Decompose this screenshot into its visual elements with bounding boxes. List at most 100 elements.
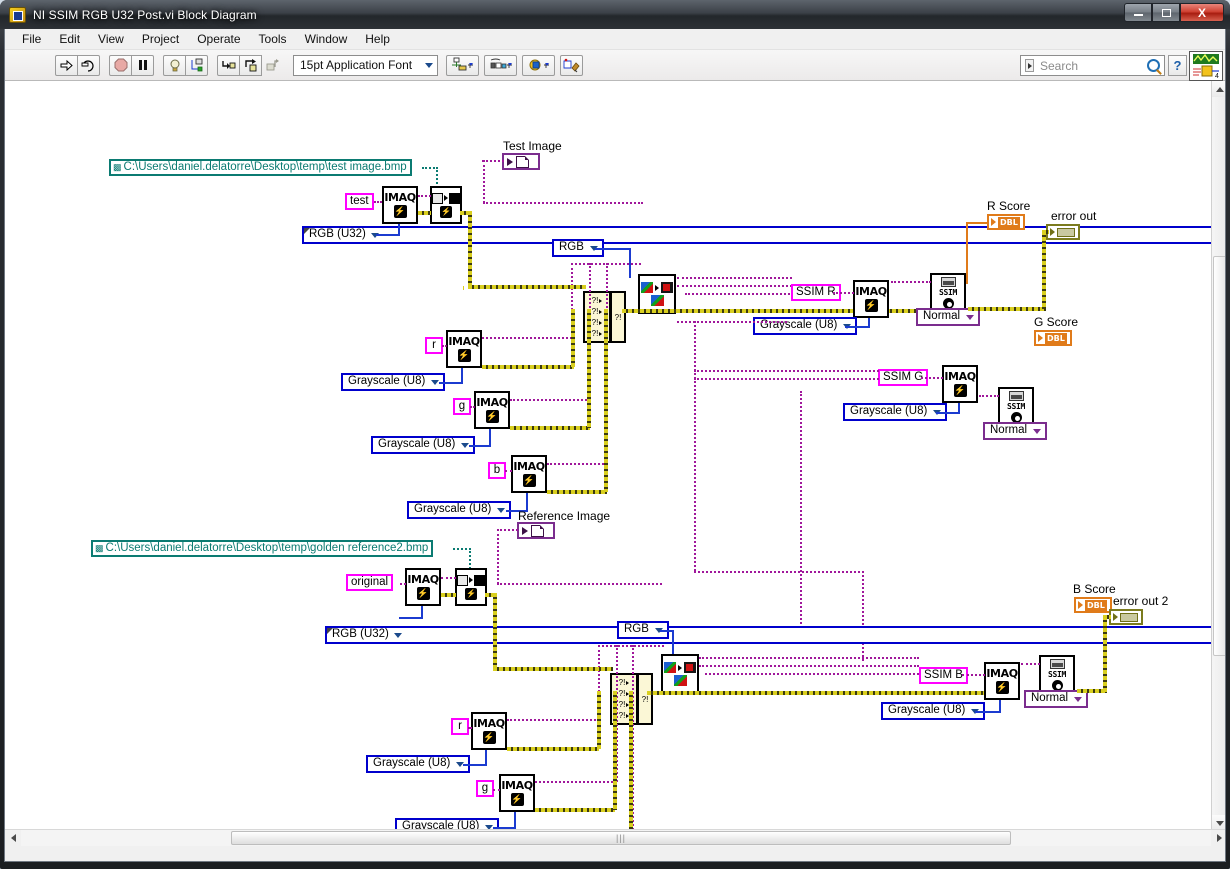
ring-ssim-mode-g[interactable]: Normal <box>983 422 1048 440</box>
imaq-extract-color-planes-bottom[interactable] <box>661 654 699 694</box>
step-into-icon[interactable] <box>217 54 240 76</box>
string-constant-test[interactable]: test <box>345 193 374 210</box>
menu-operate[interactable]: Operate <box>188 30 249 48</box>
menu-file[interactable]: File <box>13 30 50 48</box>
font-selector[interactable]: 15pt Application Font <box>293 54 438 76</box>
string-constant-r-bottom[interactable]: r <box>451 718 469 735</box>
imaq-create-node-ssim-b[interactable]: IMAQ ⚡ <box>984 662 1020 700</box>
highlight-execution-lightbulb-icon[interactable] <box>163 54 186 76</box>
string-constant-original[interactable]: original <box>346 574 394 591</box>
string-constant-r-top[interactable]: r <box>425 337 443 354</box>
error-wire-to-out-v <box>1042 231 1046 309</box>
close-button[interactable]: X <box>1180 3 1224 22</box>
test-image-indicator[interactable] <box>502 153 540 170</box>
error-out-2-indicator[interactable] <box>1109 609 1143 625</box>
step-out-icon[interactable] <box>261 55 284 76</box>
search-dropdown-icon[interactable] <box>1025 59 1034 72</box>
enum-gray-ssim-b[interactable]: Grayscale (U8) <box>881 702 986 720</box>
string-constant-ssim-b[interactable]: SSIM B <box>919 667 968 684</box>
scroll-left-button[interactable] <box>5 830 21 846</box>
distribute-objects-icon[interactable] <box>484 54 517 76</box>
imaq-create-node-r-top[interactable]: IMAQ ⚡ <box>446 330 482 368</box>
enum-gray-r-top[interactable]: Grayscale (U8) <box>341 373 446 391</box>
retain-wire-values-icon[interactable] <box>185 54 208 76</box>
menu-tools[interactable]: Tools <box>250 30 296 48</box>
imaq-create-node-g-bottom[interactable]: IMAQ ⚡ <box>499 774 535 812</box>
g-score-indicator[interactable]: DBL <box>1034 330 1072 346</box>
enum-gray-r-bottom[interactable]: Grayscale (U8) <box>366 755 471 773</box>
search-icon[interactable] <box>1147 59 1160 72</box>
ring-label: Normal <box>1031 692 1069 705</box>
search-input[interactable]: Search <box>1020 55 1165 76</box>
imaq-create-node-b-top[interactable]: IMAQ ⚡ <box>511 455 547 493</box>
imaq-create-node-ssim-r[interactable]: IMAQ ⚡ <box>853 280 889 318</box>
imaq-create-node-g-top[interactable]: IMAQ ⚡ <box>474 391 510 429</box>
b-score-indicator[interactable]: DBL <box>1074 597 1112 613</box>
string-constant-g-bottom[interactable]: g <box>476 780 494 797</box>
imaq-create-node-top[interactable]: IMAQ ⚡ <box>382 186 418 224</box>
pause-icon[interactable] <box>131 54 154 76</box>
run-continuously-icon[interactable] <box>77 54 100 76</box>
minimize-button[interactable] <box>1124 3 1152 22</box>
run-arrow-icon[interactable] <box>55 54 78 76</box>
enum-gray-ssim-g[interactable]: Grayscale (U8) <box>843 403 948 421</box>
enum-image-type-bottom[interactable]: RGB (U32) <box>325 626 1225 644</box>
imaq-create-node-bottom[interactable]: IMAQ ⚡ <box>405 568 441 606</box>
imaq-ssim-node-r[interactable]: SSIM <box>930 273 966 313</box>
dbl-type-label: DBL <box>1045 332 1067 344</box>
horizontal-scroll-track[interactable]: ||| <box>21 830 1211 846</box>
wire-gray-r-bottom <box>463 764 487 766</box>
vertical-scroll-thumb[interactable] <box>1213 256 1225 656</box>
vertical-scrollbar[interactable] <box>1211 81 1225 831</box>
scroll-right-button[interactable] <box>1211 830 1225 846</box>
menu-edit[interactable]: Edit <box>50 30 89 48</box>
error-out-indicator[interactable] <box>1046 224 1080 240</box>
wire-imaq-to-ssim-r <box>891 281 931 283</box>
enum-image-type-top[interactable]: RGB (U32) <box>302 226 1225 244</box>
abort-execution-icon[interactable] <box>109 54 132 76</box>
menu-help[interactable]: Help <box>356 30 399 48</box>
enum-gray-ssim-r[interactable]: Grayscale (U8) <box>753 317 858 335</box>
chevron-down-icon <box>966 314 975 320</box>
menu-window[interactable]: Window <box>296 30 357 48</box>
string-constant-b-top[interactable]: b <box>488 462 506 479</box>
string-constant-g-top[interactable]: g <box>453 398 471 415</box>
horizontal-scrollbar[interactable]: ||| <box>5 829 1225 846</box>
test-image-label: Test Image <box>503 139 562 153</box>
error-wire-b-bottom-v <box>629 691 633 846</box>
wire-test-image-drop <box>483 160 485 203</box>
vi-connector-pane-icon[interactable]: 4 <box>1189 51 1223 81</box>
path-constant-test-image[interactable]: ▩ C:\Users\daniel.delatorre\Desktop\temp… <box>109 159 412 176</box>
chevron-down-icon <box>1216 820 1224 826</box>
imaq-extract-color-planes-top[interactable] <box>638 274 676 314</box>
imaq-readfile-node-top[interactable]: ⚡ <box>430 186 462 224</box>
imaq-ssim-node-g[interactable]: SSIM <box>998 387 1034 427</box>
maximize-button[interactable] <box>1152 3 1180 22</box>
block-diagram-canvas[interactable]: ▩ C:\Users\daniel.delatorre\Desktop\temp… <box>5 81 1225 846</box>
enum-gray-g-top[interactable]: Grayscale (U8) <box>371 436 476 454</box>
imaq-readfile-node-bottom[interactable]: ⚡ <box>455 568 487 606</box>
error-wire-g-bottom <box>535 808 615 812</box>
wire-gray-r-top <box>439 382 463 384</box>
ring-label: Normal <box>923 310 961 323</box>
menu-view[interactable]: View <box>89 30 133 48</box>
imaq-create-node-ssim-g[interactable]: IMAQ ⚡ <box>942 365 978 403</box>
imaq-create-node-r-bottom[interactable]: IMAQ ⚡ <box>471 712 507 750</box>
wire-gray-r-bottom-up <box>485 750 487 765</box>
reorder-objects-icon[interactable] <box>522 54 555 76</box>
bundle-node-bottom[interactable]: ?! <box>637 673 653 725</box>
imaq-ssim-node-b[interactable]: SSIM <box>1039 655 1075 695</box>
imaq-label: IMAQ <box>513 460 545 473</box>
r-score-indicator[interactable]: DBL <box>987 214 1025 230</box>
step-over-icon[interactable] <box>239 54 262 76</box>
horizontal-scroll-thumb[interactable]: ||| <box>231 831 1011 845</box>
cleanup-diagram-icon[interactable] <box>560 54 583 76</box>
path-constant-reference-image[interactable]: ▩ C:\Users\daniel.delatorre\Desktop\temp… <box>91 540 434 557</box>
scroll-up-button[interactable] <box>1212 81 1225 97</box>
context-help-button[interactable]: ? <box>1168 55 1187 76</box>
menu-project[interactable]: Project <box>133 30 188 48</box>
bundle-node-top[interactable]: ?! <box>610 291 626 343</box>
align-objects-icon[interactable] <box>446 54 479 76</box>
reference-image-indicator[interactable] <box>517 522 555 539</box>
enum-gray-b-top[interactable]: Grayscale (U8) <box>407 501 512 519</box>
